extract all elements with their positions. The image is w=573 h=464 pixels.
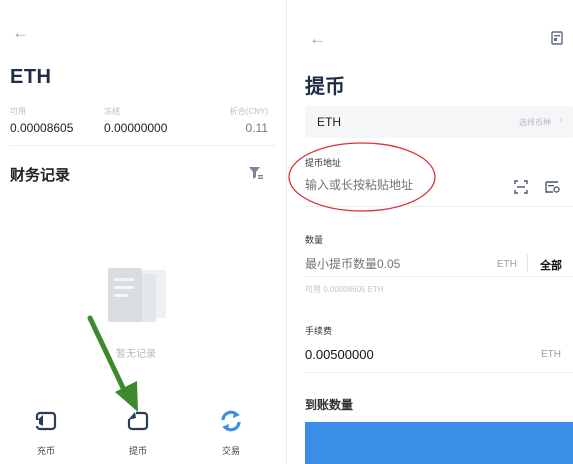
balance-label: 可用: [10, 107, 26, 116]
records-title: 财务记录: [10, 167, 71, 184]
address-underline: [305, 206, 573, 207]
page-title: 提币: [305, 76, 345, 98]
fee-label: 手续费: [305, 326, 333, 336]
amount-label: 数量: [305, 235, 324, 245]
submit-withdraw-button[interactable]: [305, 422, 573, 464]
records-icon[interactable]: [551, 31, 563, 45]
coin-name: ETH: [317, 115, 341, 129]
back-arrow-icon[interactable]: ←: [309, 30, 326, 47]
empty-records-text: 暂无记录: [116, 349, 156, 360]
fee-unit: ETH: [541, 349, 561, 360]
all-button[interactable]: 全部: [540, 257, 562, 273]
address-label: 提币地址: [305, 158, 342, 168]
withdraw-label: 提币: [128, 446, 147, 456]
select-coin-label: 选择币种: [519, 118, 551, 127]
balance-available: 可用 0.00008605: [10, 106, 73, 135]
amount-unit: ETH: [497, 259, 517, 270]
trade-label: 交易: [221, 446, 240, 456]
deposit-icon: [33, 411, 57, 431]
section-separator: [10, 145, 276, 146]
address-book-icon[interactable]: [545, 180, 560, 194]
back-arrow-icon[interactable]: ←: [12, 24, 29, 41]
balance-frozen: 冻结 0.00000000: [104, 106, 167, 135]
balance-label: 冻结: [104, 107, 120, 116]
balance-value: 0.00000000: [104, 121, 168, 135]
coin-selector[interactable]: ETH 选择币种 ›: [305, 106, 573, 138]
address-input[interactable]: [305, 178, 505, 192]
available-balance-text: 可用 0.00008605 ETH: [305, 285, 384, 294]
balance-cny: 折合(CNY) 0.11: [230, 106, 268, 135]
scan-icon[interactable]: [514, 180, 528, 194]
empty-records-icon: [108, 268, 166, 322]
withdraw-button[interactable]: 提币: [112, 408, 164, 457]
withdraw-icon: [127, 411, 149, 431]
arrival-amount-label: 到账数量: [305, 398, 354, 412]
deposit-button[interactable]: 充币: [20, 408, 72, 457]
amount-input[interactable]: [305, 257, 485, 271]
withdraw-screen: ← 提币 ETH 选择币种 › 提币地址 数量 ETH 全部 可用 0.0000…: [287, 0, 573, 464]
balance-value: 0.11: [245, 121, 268, 135]
asset-title: ETH: [10, 66, 52, 88]
filter-icon[interactable]: [248, 166, 264, 180]
amount-divider: [527, 254, 528, 272]
balance-value: 0.00008605: [10, 121, 74, 135]
balance-label: 折合(CNY): [229, 107, 268, 116]
trade-button[interactable]: 交易: [205, 408, 257, 457]
deposit-label: 充币: [36, 446, 55, 456]
fee-value: 0.00500000: [305, 347, 374, 362]
fee-underline: [305, 372, 573, 373]
asset-detail-screen: ← ETH 可用 0.00008605 冻结 0.00000000 折合(CNY…: [0, 0, 286, 464]
chevron-right-icon: ›: [559, 115, 563, 126]
trade-refresh-icon: [221, 410, 241, 432]
amount-underline: [305, 276, 573, 277]
